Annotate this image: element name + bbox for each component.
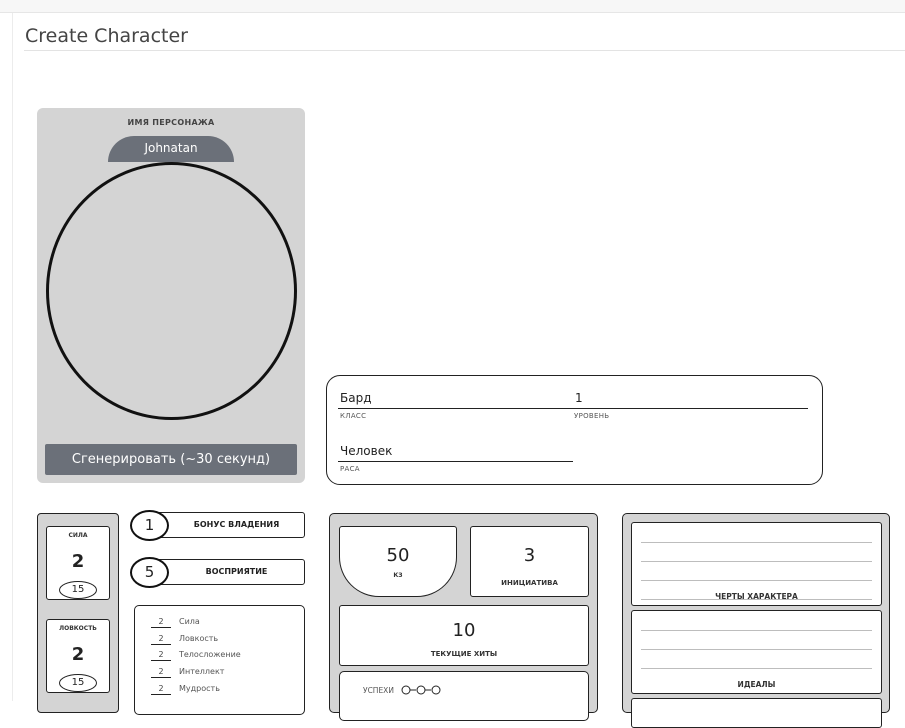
bonus-value[interactable]: 1: [130, 510, 169, 541]
save-label: Ловкость: [179, 634, 219, 643]
stat-modifier: 2: [71, 644, 85, 665]
initiative-value: 3: [523, 545, 536, 566]
race-underline: [338, 461, 573, 462]
current-hp-value: 10: [452, 620, 476, 641]
death-saves-box: УСПЕХИ: [339, 671, 589, 721]
initiative-label: ИНИЦИАТИВА: [501, 579, 558, 587]
save-label: Мудрость: [179, 684, 220, 693]
top-bar: [0, 0, 905, 13]
armor-class-box[interactable]: 50 КЗ: [339, 526, 457, 597]
ideals-box[interactable]: ИДЕАЛЫ: [631, 610, 882, 694]
combat-panel: 50 КЗ 3 ИНИЦИАТИВА 10 ТЕКУЩИЕ ХИТЫ УСПЕХ…: [329, 513, 598, 721]
save-value: 2: [151, 667, 171, 678]
character-info-card: Бард 1 КЛАСС УРОВЕНЬ Человек РАСА: [326, 375, 823, 485]
stat-modifier: 2: [71, 551, 85, 572]
armor-class-value: 50: [386, 545, 410, 566]
class-field[interactable]: Бард: [340, 391, 372, 405]
save-label: Телосложение: [179, 650, 241, 659]
personality-traits-box[interactable]: ЧЕРТЫ ХАРАКТЕРА: [631, 522, 882, 606]
character-name-label: ИМЯ ПЕРСОНАЖА: [127, 118, 215, 127]
portrait-card: ИМЯ ПЕРСОНАЖА Johnatan Сгенерировать (~3…: [37, 108, 305, 483]
text-line: [641, 580, 872, 581]
save-value: 2: [151, 650, 171, 661]
successes-checkboxes[interactable]: [401, 684, 445, 696]
current-hp-box[interactable]: 10 ТЕКУЩИЕ ХИТЫ: [339, 605, 589, 666]
race-field[interactable]: Человек: [340, 444, 392, 458]
page-title: Create Character: [25, 25, 188, 47]
save-value: 2: [151, 634, 171, 645]
character-name-field[interactable]: Johnatan: [108, 136, 234, 162]
text-line: [641, 668, 872, 669]
current-hp-label: ТЕКУЩИЕ ХИТЫ: [430, 650, 498, 658]
class-label: КЛАСС: [340, 412, 367, 420]
ideals-label: ИДЕАЛЫ: [737, 680, 776, 689]
perception-bonus[interactable]: ВОСПРИЯТИЕ 5: [130, 557, 305, 588]
portrait-image: [46, 162, 297, 420]
traits-panel: ЧЕРТЫ ХАРАКТЕРА ИДЕАЛЫ: [622, 513, 890, 728]
saving-throws-box: 2 Сила 2 Ловкость 2 Телосложение 2 Интел…: [134, 605, 305, 715]
stat-score[interactable]: 15: [59, 581, 97, 599]
initiative-box[interactable]: 3 ИНИЦИАТИВА: [470, 526, 589, 597]
level-label: УРОВЕНЬ: [574, 412, 610, 420]
text-line: [641, 542, 872, 543]
class-level-underline: [338, 408, 808, 409]
generate-button[interactable]: Сгенерировать (~30 секунд): [45, 444, 297, 475]
bonds-box[interactable]: [631, 698, 882, 728]
stat-box-strength[interactable]: СИЛА 2 15: [46, 526, 110, 600]
title-divider: [24, 50, 905, 51]
stat-label: ЛОВКОСТЬ: [59, 625, 97, 632]
stat-box-dexterity[interactable]: ЛОВКОСТЬ 2 15: [46, 619, 110, 693]
stat-score[interactable]: 15: [59, 674, 97, 692]
sidebar-divider: [12, 13, 13, 701]
armor-class-label: КЗ: [393, 572, 403, 579]
save-label: Сила: [179, 617, 200, 626]
save-label: Интеллект: [179, 667, 225, 676]
text-line: [641, 630, 872, 631]
attributes-panel: СИЛА 2 15 ЛОВКОСТЬ 2 15: [37, 513, 119, 713]
level-field[interactable]: 1: [575, 391, 583, 405]
text-line: [641, 561, 872, 562]
stat-label: СИЛА: [68, 532, 88, 539]
successes-label: УСПЕХИ: [363, 686, 394, 695]
proficiency-bonus[interactable]: БОНУС ВЛАДЕНИЯ 1: [130, 510, 305, 541]
personality-traits-label: ЧЕРТЫ ХАРАКТЕРА: [715, 592, 798, 601]
bonus-value[interactable]: 5: [130, 557, 169, 588]
save-value: 2: [151, 617, 171, 628]
text-line: [641, 649, 872, 650]
save-value: 2: [151, 684, 171, 695]
race-label: РАСА: [340, 465, 360, 473]
